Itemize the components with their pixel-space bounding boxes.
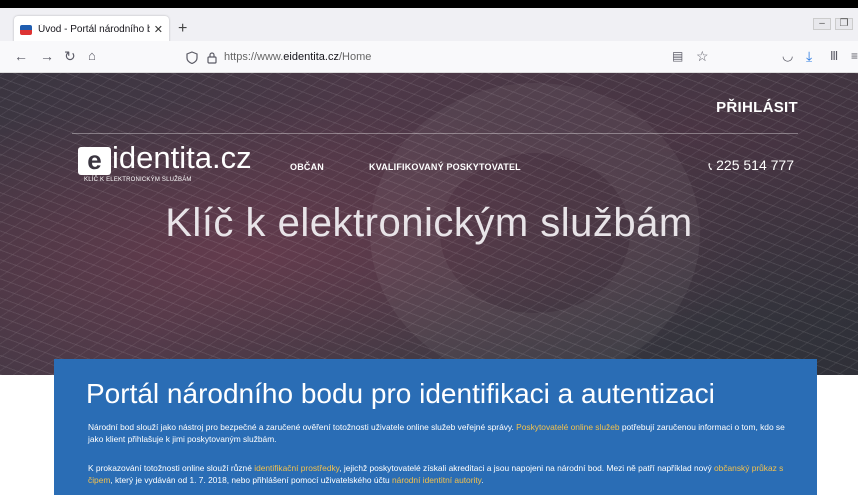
intro-paragraph-1: Národní bod slouží jako nástroj pro bezp… (88, 421, 793, 445)
home-icon[interactable]: ⌂ (88, 48, 96, 64)
phone-number: 225 514 777 (716, 157, 794, 173)
menu-item-obcan[interactable]: OBČAN (290, 162, 324, 172)
favicon-icon (20, 24, 32, 35)
minimize-icon[interactable]: – (813, 18, 831, 30)
url-text[interactable]: https://www.eidentita.cz/Home (224, 51, 371, 63)
url-bar[interactable]: https://www.eidentita.cz/Home (186, 47, 736, 67)
logo-text: identita.cz (112, 140, 252, 175)
forward-icon[interactable]: → (40, 48, 54, 64)
phone-contact[interactable]: 📞︎ 225 514 777 (708, 157, 794, 174)
site-logo[interactable]: e identita.cz KLÍČ K ELEKTRONICKÝM SLUŽB… (78, 141, 252, 187)
intro-paragraph-2: K prokazování totožnosti online slouží r… (88, 462, 793, 486)
hero-section: PŘIHLÁSIT e identita.cz KLÍČ K ELEKTRONI… (0, 73, 858, 375)
text: , který je vydáván od 1. 7. 2018, nebo p… (110, 475, 393, 485)
shield-icon[interactable] (186, 50, 198, 64)
web-page: PŘIHLÁSIT e identita.cz KLÍČ K ELEKTRONI… (0, 73, 858, 495)
text: , jejichž poskytovatelé získali akredita… (339, 463, 714, 473)
link-identifikacni-prostredky[interactable]: identifikační prostředky (254, 463, 339, 473)
phone-icon: 📞︎ (708, 161, 713, 173)
library-icon[interactable]: Ⅲ (830, 48, 838, 64)
restore-icon[interactable]: ❐ (835, 18, 853, 30)
header-divider (72, 133, 798, 134)
lock-icon[interactable] (206, 51, 218, 64)
new-tab-button[interactable]: + (178, 21, 187, 37)
reader-icon[interactable]: ▤ (672, 48, 683, 64)
text: . (481, 475, 484, 485)
pocket-icon[interactable]: ◡ (782, 48, 793, 64)
browser-tab[interactable]: Úvod - Portál národního bodu ✕ (14, 16, 169, 43)
reload-icon[interactable]: ↻ (64, 48, 76, 64)
navigation-toolbar: ← → ↻ ⌂ https://www.eidentita.cz/Home ▤ … (0, 41, 858, 73)
logo-e-badge: e (78, 147, 111, 175)
hero-title: Klíč k elektronickým službám (165, 201, 693, 245)
tab-strip: Úvod - Portál národního bodu ✕ + – ❐ (0, 0, 858, 43)
close-tab-icon[interactable]: ✕ (154, 23, 163, 36)
link-poskytovatele-online-sluzeb[interactable]: Poskytovatelé online služeb (516, 422, 619, 432)
back-icon[interactable]: ← (14, 48, 28, 64)
text: Národní bod slouží jako nástroj pro bezp… (88, 422, 517, 432)
text: K prokazování totožnosti online slouží r… (88, 463, 255, 473)
menu-icon[interactable]: ≡ (851, 48, 858, 64)
download-icon[interactable]: ⤓ (806, 48, 812, 64)
browser-window: Úvod - Portál národního bodu ✕ + – ❐ ← →… (0, 0, 858, 495)
panel-title: Portál národního bodu pro identifikaci a… (86, 378, 715, 409)
menu-item-kvalifikovany-poskytovatel[interactable]: KVALIFIKOVANÝ POSKYTOVATEL (369, 162, 521, 172)
tab-title: Úvod - Portál národního bodu (38, 24, 150, 35)
logo-subtitle: KLÍČ K ELEKTRONICKÝM SLUŽBÁM (84, 177, 192, 183)
link-narodni-identitni-autority[interactable]: národní identitní autority (392, 475, 481, 485)
intro-panel: Portál národního bodu pro identifikaci a… (54, 359, 817, 495)
bookmark-star-icon[interactable]: ☆ (696, 48, 709, 64)
login-link[interactable]: PŘIHLÁSIT (716, 99, 798, 116)
